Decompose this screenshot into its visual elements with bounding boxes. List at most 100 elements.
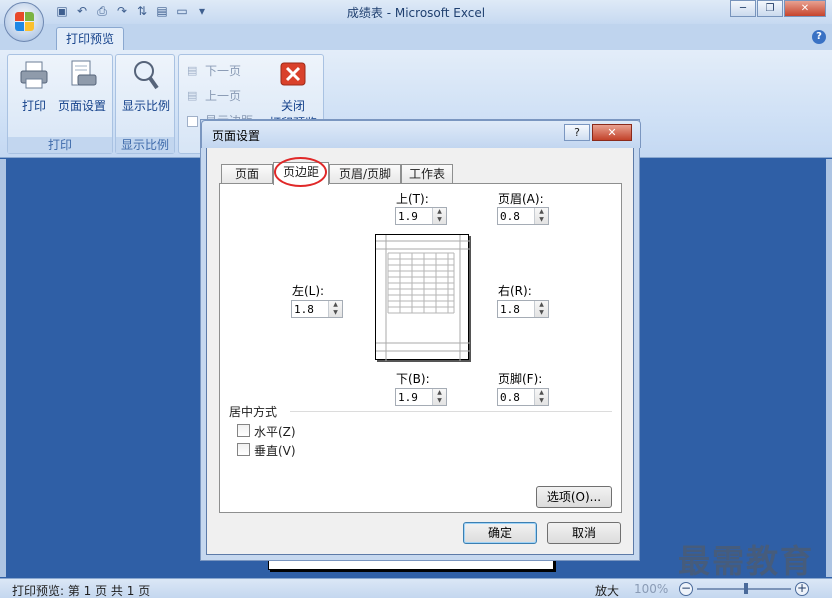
page-setup-label: 页面设置 [57,99,106,113]
help-icon[interactable]: ? [812,30,826,44]
left-edge [0,159,6,577]
left-margin-input[interactable] [294,302,326,316]
tab-header-footer[interactable]: 页眉/页脚 [329,164,401,184]
zoom-group-label: 显示比例 [116,137,174,153]
page-thumbnail-graphic [376,235,470,361]
spinner-arrows[interactable]: ▲ ▼ [534,301,548,317]
tab-sheet[interactable]: 工作表 [401,164,453,184]
prev-page-icon: ▤ [187,89,198,102]
zoom-in-button[interactable]: + [795,582,809,596]
vertical-label[interactable]: 垂直(V) [254,442,296,459]
status-text: 打印预览: 第 1 页 共 1 页 [12,584,151,598]
spin-up-icon[interactable]: ▲ [535,208,548,216]
close-preview-icon [277,59,309,91]
header-margin-spinner[interactable]: ▲▼ [497,207,549,225]
print-group: 打印 页面设置 打印 [7,54,113,154]
ok-button[interactable]: 确定 [463,522,537,544]
office-button[interactable] [4,2,44,42]
office-logo-icon [15,12,35,32]
options-button[interactable]: 选项(O)... [536,486,612,508]
top-margin-label: 上(T): [396,192,429,206]
restore-button[interactable]: ❐ [757,0,783,17]
prev-page-button[interactable]: ▤ 上一页 [185,86,241,106]
page-thumbnail [375,234,470,361]
spinner-arrows[interactable]: ▲ ▼ [432,208,446,224]
footer-margin-input[interactable] [500,390,532,404]
magnifier-icon [130,59,162,91]
zoom-level: 100% [634,582,669,596]
highlight-circle [274,157,327,187]
dialog-help-button[interactable]: ? [564,124,590,141]
bottom-margin-spinner[interactable]: ▲▼ [395,388,447,406]
centering-label: 居中方式 [229,405,278,419]
print-button[interactable]: 打印 [14,59,54,114]
show-margins-check-icon [187,116,198,127]
page-setup-icon [66,59,98,91]
header-margin-label: 页眉(A): [498,192,544,206]
dialog-title: 页面设置 [212,129,261,143]
next-page-icon: ▤ [187,64,198,77]
right-margin-spinner[interactable]: ▲▼ [497,300,549,318]
spin-down-icon[interactable]: ▼ [433,216,446,224]
bottom-margin-input[interactable] [398,390,430,404]
window-controls: ─ ❐ ✕ [729,0,826,17]
zoom-group: 显示比例 显示比例 [115,54,175,154]
preview-page[interactable] [268,554,554,570]
spin-up-icon[interactable]: ▲ [535,301,548,309]
vertical-scrollbar[interactable] [826,159,832,577]
spinner-arrows[interactable]: ▲ ▼ [534,208,548,224]
page-setup-button[interactable]: 页面设置 [54,59,110,114]
spin-down-icon[interactable]: ▼ [329,309,342,317]
page-setup-dialog: 页面设置 ? ✕ 页面 页边距 页眉/页脚 工作表 上(T): ▲▼ 页眉(A)… [201,120,641,555]
close-preview-label-1: 关闭 [280,99,305,113]
window-close-button[interactable]: ✕ [784,0,826,17]
spin-up-icon[interactable]: ▲ [535,389,548,397]
vertical-checkbox[interactable] [237,443,250,456]
spin-up-icon[interactable]: ▲ [329,301,342,309]
window-title: 成绩表 - Microsoft Excel [346,6,486,20]
print-group-label: 打印 [8,137,112,153]
zoom-button[interactable]: 显示比例 [118,59,174,114]
next-page-button[interactable]: ▤ 下一页 [185,61,241,81]
print-label: 打印 [21,99,46,113]
tab-page[interactable]: 页面 [221,164,273,184]
title-bar: ▣ ↶ ⎙ ↷ ⇅ ▤ ▭ ▾ 成绩表 - Microsoft Excel ─ … [0,0,832,24]
horizontal-label[interactable]: 水平(Z) [254,423,296,440]
horizontal-checkbox[interactable] [237,424,250,437]
spin-down-icon[interactable]: ▼ [535,397,548,405]
margins-panel: 上(T): ▲▼ 页眉(A): ▲▼ [219,183,622,513]
spinner-arrows[interactable]: ▲ ▼ [534,389,548,405]
ribbon-tab-row: 打印预览 ? [0,24,832,51]
printer-icon [18,59,50,91]
spin-up-icon[interactable]: ▲ [433,208,446,216]
zoom-in-label[interactable]: 放大 [595,582,619,598]
spin-down-icon[interactable]: ▼ [433,397,446,405]
left-margin-label: 左(L): [292,284,325,298]
spin-up-icon[interactable]: ▲ [433,389,446,397]
zoom-label: 显示比例 [121,99,170,113]
footer-margin-label: 页脚(F): [498,372,543,386]
right-margin-label: 右(R): [498,284,532,298]
cancel-button[interactable]: 取消 [547,522,621,544]
spin-down-icon[interactable]: ▼ [535,309,548,317]
spinner-arrows[interactable]: ▲ ▼ [328,301,342,317]
top-margin-input[interactable] [398,209,430,223]
watermark: 最需教育 [678,542,815,580]
bottom-margin-label: 下(B): [396,372,430,386]
next-page-label: 下一页 [205,64,242,78]
centering-divider [290,411,612,412]
spin-down-icon[interactable]: ▼ [535,216,548,224]
minimize-button[interactable]: ─ [730,0,756,17]
spinner-arrows[interactable]: ▲ ▼ [432,389,446,405]
zoom-out-button[interactable]: − [679,582,693,596]
left-margin-spinner[interactable]: ▲▼ [291,300,343,318]
tab-print-preview[interactable]: 打印预览 [56,27,124,51]
right-margin-input[interactable] [500,302,532,316]
dialog-title-bar[interactable]: 页面设置 ? ✕ [201,120,641,148]
footer-margin-spinner[interactable]: ▲▼ [497,388,549,406]
dialog-close-button[interactable]: ✕ [592,124,632,141]
prev-page-label: 上一页 [205,89,242,103]
zoom-slider-thumb[interactable] [744,583,748,594]
top-margin-spinner[interactable]: ▲▼ [395,207,447,225]
header-margin-input[interactable] [500,209,532,223]
